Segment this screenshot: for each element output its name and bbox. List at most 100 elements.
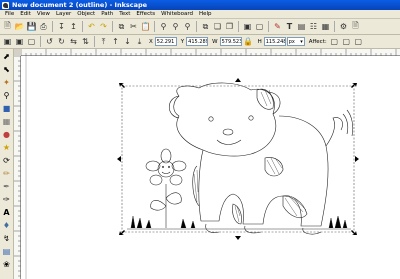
- spiral-icon[interactable]: ⟳: [1, 155, 12, 166]
- flower-outline: [145, 148, 187, 228]
- menu-effects[interactable]: Effects: [136, 11, 155, 17]
- unlink-clone-icon[interactable]: ❐: [224, 21, 235, 32]
- handle-top[interactable]: [235, 78, 241, 82]
- spray-icon[interactable]: ♦: [1, 220, 12, 231]
- deselect-icon[interactable]: ▢: [26, 36, 37, 47]
- group-icon[interactable]: ▣: [242, 21, 253, 32]
- star-icon[interactable]: ★: [1, 142, 12, 153]
- grass-outline: [127, 215, 351, 230]
- gradient-icon[interactable]: ▤: [1, 246, 12, 257]
- cut-icon[interactable]: ✂: [128, 21, 139, 32]
- select-all-icon[interactable]: ▣: [2, 36, 13, 47]
- preferences-icon[interactable]: ⚙: [338, 21, 349, 32]
- selector-icon[interactable]: ⬈: [1, 51, 12, 62]
- unit-select[interactable]: px ▾: [286, 37, 305, 46]
- rotate-ccw-icon[interactable]: ↺: [44, 36, 55, 47]
- handle-bottom-right[interactable]: [351, 230, 357, 235]
- separator: [82, 21, 83, 32]
- calligraphy-icon[interactable]: ✑: [1, 194, 12, 205]
- align-icon[interactable]: ▦: [320, 21, 331, 32]
- zoom-icon[interactable]: ⚲: [1, 90, 12, 101]
- ellipse-icon[interactable]: ●: [1, 129, 12, 140]
- menu-file[interactable]: File: [5, 11, 14, 17]
- flip-horizontal-icon[interactable]: ⇆: [68, 36, 79, 47]
- separator: [40, 36, 41, 47]
- node-icon[interactable]: ⬉: [1, 64, 12, 75]
- import-icon[interactable]: ↧: [56, 21, 67, 32]
- w-label: W: [212, 38, 218, 45]
- copy-icon[interactable]: ⧉: [116, 21, 127, 32]
- flip-vertical-icon[interactable]: ⇅: [80, 36, 91, 47]
- menu-object[interactable]: Object: [77, 11, 95, 17]
- fill-stroke-icon[interactable]: ✎: [272, 21, 283, 32]
- open-icon[interactable]: 📂: [14, 21, 25, 32]
- clone-icon[interactable]: ❏: [212, 21, 223, 32]
- undo-icon[interactable]: ↶: [86, 21, 97, 32]
- horizontal-ruler-ticks: [21, 49, 397, 56]
- menu-text[interactable]: Text: [119, 11, 130, 17]
- handle-right[interactable]: [355, 156, 359, 162]
- new-icon[interactable]: 🗎: [2, 21, 13, 32]
- x-label: X: [149, 38, 153, 45]
- affect-corners-icon[interactable]: ▢: [341, 36, 352, 47]
- dropper-icon[interactable]: ❀: [1, 259, 12, 270]
- print-icon[interactable]: ⎙: [38, 21, 49, 32]
- dog-mouth: [216, 139, 242, 145]
- handle-top-left[interactable]: [119, 83, 125, 88]
- select-all-layers-icon[interactable]: ▣: [14, 36, 25, 47]
- zoom-drawing-icon[interactable]: ⚲: [170, 21, 181, 32]
- save-icon[interactable]: 💾: [26, 21, 37, 32]
- handle-top-right[interactable]: [351, 83, 357, 88]
- duplicate-icon[interactable]: ⧉: [200, 21, 211, 32]
- rect-icon[interactable]: ■: [1, 103, 12, 114]
- menu-view[interactable]: View: [37, 11, 50, 17]
- menu-help[interactable]: Help: [199, 11, 212, 17]
- menu-edit[interactable]: Edit: [20, 11, 31, 17]
- xml-editor-icon[interactable]: ☷: [308, 21, 319, 32]
- menu-layer[interactable]: Layer: [56, 11, 71, 17]
- menu-whiteboard[interactable]: Whiteboard: [161, 11, 193, 17]
- dog-spot-chest: [192, 165, 200, 207]
- export-icon[interactable]: ↥: [68, 21, 79, 32]
- flower-center: [157, 160, 175, 178]
- unit-value: px: [288, 38, 295, 45]
- raise-to-top-icon[interactable]: ⤒: [98, 36, 109, 47]
- raise-icon[interactable]: ↑: [110, 36, 121, 47]
- handle-bottom-left[interactable]: [119, 230, 125, 235]
- document-properties-icon[interactable]: 🗎: [350, 21, 361, 32]
- drawing-canvas[interactable]: [21, 56, 400, 279]
- y-field[interactable]: [186, 37, 209, 46]
- x-field[interactable]: [154, 37, 177, 46]
- affect-gradient-icon[interactable]: ▢: [353, 36, 364, 47]
- flower-petal: [169, 174, 183, 186]
- zoom-page-icon[interactable]: ⚲: [182, 21, 193, 32]
- handle-bottom[interactable]: [235, 236, 241, 240]
- horizontal-ruler: [21, 49, 400, 56]
- redo-icon[interactable]: ↷: [98, 21, 109, 32]
- separator: [238, 21, 239, 32]
- w-field[interactable]: [219, 37, 242, 46]
- lower-to-bottom-icon[interactable]: ⤓: [134, 36, 145, 47]
- lock-icon[interactable]: 🔒: [243, 36, 254, 47]
- pen-icon[interactable]: ✒: [1, 181, 12, 192]
- rotate-cw-icon[interactable]: ↻: [56, 36, 67, 47]
- text-icon[interactable]: A: [1, 207, 12, 218]
- affect-stroke-icon[interactable]: ▢: [329, 36, 340, 47]
- menu-path[interactable]: Path: [101, 11, 113, 17]
- paste-icon[interactable]: 📋: [140, 21, 151, 32]
- h-field[interactable]: [263, 37, 286, 46]
- ungroup-icon[interactable]: ▢: [254, 21, 265, 32]
- 3d-box-icon[interactable]: ▦: [1, 116, 12, 127]
- drawing-artwork[interactable]: [21, 56, 400, 279]
- handle-left[interactable]: [117, 156, 121, 162]
- layers-icon[interactable]: ▤: [296, 21, 307, 32]
- zoom-selection-icon[interactable]: ⚲: [158, 21, 169, 32]
- pencil-icon[interactable]: ✏: [1, 168, 12, 179]
- text-tool-icon[interactable]: T: [284, 21, 295, 32]
- separator: [94, 36, 95, 47]
- tweak-icon[interactable]: ✦: [1, 77, 12, 88]
- connector-icon[interactable]: ↯: [1, 233, 12, 244]
- dog-tail: [325, 117, 343, 147]
- lower-icon[interactable]: ↓: [122, 36, 133, 47]
- h-label: H: [257, 38, 262, 45]
